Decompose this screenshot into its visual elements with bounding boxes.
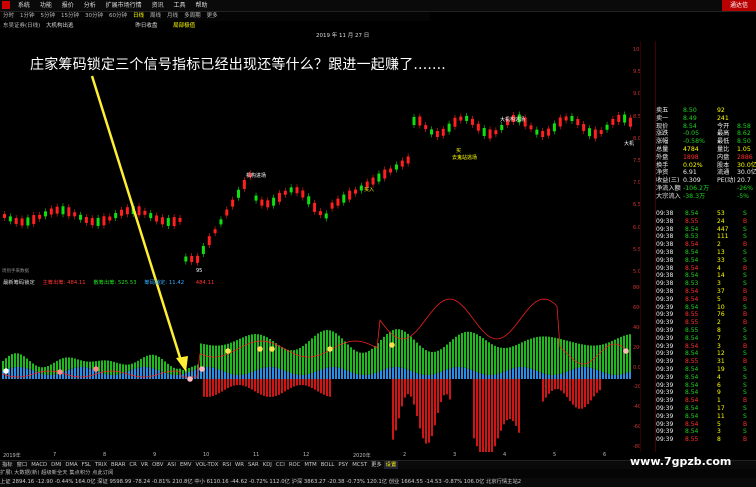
tick-row: 09:39 8.54 5 B bbox=[656, 420, 748, 428]
x-axis: 2019年 7 8 9 10 11 12 2020年 2 3 4 5 6 bbox=[0, 452, 640, 460]
tick-row: 09:39 8.54 12 S bbox=[656, 350, 747, 358]
tick-row: 09:38 8.54 33 S bbox=[656, 256, 747, 264]
tick-row: 09:39 8.54 5 B bbox=[656, 295, 748, 303]
x-tick-label: 4 bbox=[503, 452, 507, 458]
axis-divider bbox=[640, 41, 656, 452]
x-tick-label: 12 bbox=[303, 452, 310, 458]
status-bar: 上证 2894.16 -12.90 -0.44% 164.0亿 深证 9598.… bbox=[0, 478, 756, 487]
tick-row: 09:39 8.55 8 S bbox=[656, 326, 747, 334]
tick-row: 09:39 8.54 19 S bbox=[656, 365, 747, 373]
arrow-head-icon bbox=[176, 356, 188, 372]
indicator-scatter: 散筹出筹: 525.53 bbox=[93, 280, 137, 286]
tick-row: 09:38 8.54 14 S bbox=[656, 272, 747, 280]
quote-row: 收益(三) 0.309 PE(动) 20.7 bbox=[656, 177, 751, 185]
tick-row: 09:38 8.54 53 S bbox=[656, 210, 747, 217]
indicator-extra: 484.11 bbox=[195, 280, 215, 286]
tick-row: 09:39 8.54 3 B bbox=[656, 342, 748, 350]
quote-row: 总量 4784 量比 1.05 bbox=[656, 145, 751, 153]
tick-row: 09:38 8.54 2 B bbox=[656, 241, 748, 249]
tick-row: 09:39 8.55 8 B bbox=[656, 436, 748, 444]
pointer-arrow-icon bbox=[90, 75, 184, 365]
indicator-header: 最新筹码锁定 主筹出筹: 484.11 散筹出筹: 525.53 筹码锁定: 1… bbox=[0, 279, 640, 288]
quote-row: 净资 6.91 流通 30.0亿 bbox=[656, 169, 756, 177]
sub-bar: 扩展\ 大数据(新) 超级新全天 集点积分 点此订阅 bbox=[0, 469, 756, 478]
x-tick-label: 6 bbox=[603, 452, 607, 458]
tick-row: 09:39 8.54 6 S bbox=[656, 381, 747, 389]
tick-row: 09:38 8.55 24 B bbox=[656, 217, 748, 225]
x-tick-label: 2 bbox=[403, 452, 407, 458]
x-tick-label: 8 bbox=[103, 452, 107, 458]
quote-row: 大宗流入 -38.3万 -5% bbox=[656, 192, 750, 200]
tick-row: 09:39 8.54 9 S bbox=[656, 389, 747, 397]
tick-row: 09:39 8.55 76 B bbox=[656, 311, 748, 319]
indicator-main: 主筹出筹: 484.11 bbox=[42, 280, 86, 286]
tick-row: 09:39 8.54 11 S bbox=[656, 412, 747, 420]
tick-row: 09:39 8.54 1 B bbox=[656, 397, 748, 405]
tick-row: 09:38 8.54 13 S bbox=[656, 248, 747, 256]
tick-row: 09:39 8.54 4 S bbox=[656, 373, 747, 381]
watermark-text: www.7gpzb.com bbox=[630, 455, 732, 468]
tick-row: 09:39 8.54 17 S bbox=[656, 404, 747, 412]
tick-row: 09:38 8.53 111 S bbox=[656, 233, 747, 241]
x-tick-label: 11 bbox=[253, 452, 260, 458]
tick-row: 09:38 8.54 447 S bbox=[656, 225, 747, 233]
x-tick-label: 5 bbox=[553, 452, 557, 458]
tick-list[interactable]: 09:38 8.54 53 S 09:38 8.55 24 B 09:38 8.54 447 S 09:… bbox=[655, 210, 756, 452]
x-tick-label: 10 bbox=[203, 452, 210, 458]
x-tick-label: 2020年 bbox=[353, 453, 371, 459]
tick-row: 09:39 8.55 31 B bbox=[656, 358, 748, 366]
tick-row: 09:39 8.54 3 S bbox=[656, 428, 747, 436]
quote-row: 涨幅 -0.58% 最低 8.50 bbox=[656, 138, 751, 146]
tick-row: 09:39 8.54 7 S bbox=[656, 334, 747, 342]
tick-row: 09:38 8.54 37 B bbox=[656, 287, 748, 295]
indicator-name: 最新筹码锁定 bbox=[3, 280, 35, 286]
tick-row: 09:38 8.53 3 S bbox=[656, 280, 747, 288]
x-tick-label: 7 bbox=[53, 452, 57, 458]
quote-row: 外盘 1898 内盘 2886 bbox=[656, 153, 753, 161]
x-tick-label: 3 bbox=[453, 452, 457, 458]
quote-row: 卖一 8.49 241 bbox=[656, 114, 729, 122]
tick-row: 09:38 8.54 4 B bbox=[656, 264, 748, 272]
quote-row: 现价 8.54 今开 8.58 bbox=[656, 122, 751, 130]
x-tick-label: 2019年 bbox=[3, 453, 21, 459]
quote-row: 净流入额 -106.2万 -26% bbox=[656, 184, 753, 192]
quote-row: 涨跌 -0.05 最高 8.62 bbox=[656, 130, 751, 138]
indicator-lock: 筹码锁定: 11.42 bbox=[144, 280, 185, 286]
x-tick-label: 9 bbox=[153, 452, 157, 458]
tick-row: 09:39 8.54 10 S bbox=[656, 303, 747, 311]
tick-row: 09:39 8.55 2 B bbox=[656, 319, 748, 327]
quote-row: 卖五 8.50 92 bbox=[656, 107, 725, 114]
